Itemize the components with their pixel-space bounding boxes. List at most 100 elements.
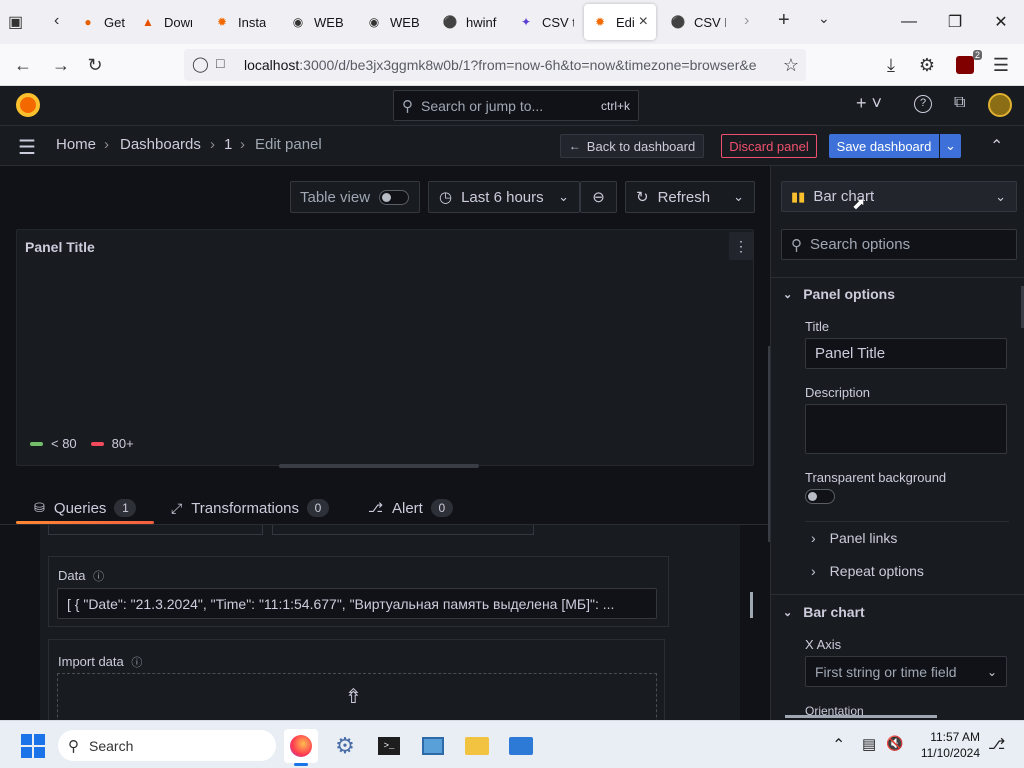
options-pane: ▮▮ Bar chart ⌄ ⬈ ⚲ Search options ⌄ Pane… (770, 166, 1024, 720)
grafana-logo-icon[interactable] (16, 93, 40, 117)
browser-tab-active[interactable]: ✹ Edi × (584, 4, 656, 40)
section-title: Repeat options (829, 563, 924, 579)
chevron-up-icon[interactable]: ⌃ (832, 735, 845, 755)
breadcrumb-dashboards[interactable]: Dashboards (120, 136, 201, 153)
monitor-app-taskbar-icon[interactable] (504, 729, 538, 763)
news-rss-icon[interactable]: ⧉ (954, 94, 965, 112)
reload-icon[interactable]: ↻ (80, 50, 110, 80)
page-icon[interactable]: □ (216, 55, 224, 71)
firefox-taskbar-icon[interactable] (284, 729, 318, 763)
github-icon: ⚫ (670, 15, 686, 29)
legend-item[interactable]: < 80 (30, 436, 77, 451)
browser-tab-7[interactable]: ✦ CSV t (510, 4, 574, 40)
chevron-down-icon[interactable]: ⌄ (818, 10, 830, 27)
file-explorer-taskbar-icon[interactable] (460, 729, 494, 763)
panel-options-section[interactable]: ⌄ Panel options (783, 286, 895, 302)
control-panel-taskbar-icon[interactable] (416, 729, 450, 763)
browser-tab-2[interactable]: ▲ Down (132, 4, 192, 40)
panel-menu-icon[interactable]: ⋮ (729, 232, 753, 260)
section-title: Panel links (829, 530, 898, 546)
downloads-icon[interactable]: ⤓ (876, 50, 906, 80)
tab-list-icon[interactable]: ▣ (8, 12, 30, 32)
ublock-icon[interactable]: 2 (950, 50, 982, 80)
hamburger-menu-icon[interactable]: ☰ (986, 50, 1016, 80)
back-to-dashboard-button[interactable]: ← Back to dashboard (560, 134, 704, 158)
grafana-icon: ✹ (594, 15, 606, 29)
minimize-icon[interactable]: — (886, 0, 932, 44)
search-input[interactable]: ⚲ Search or jump to... ctrl+k (393, 90, 639, 121)
data-label-text: Data (58, 568, 86, 583)
browser-tab-5[interactable]: ◉ WEB (358, 4, 420, 40)
network-icon[interactable]: ▤ (862, 735, 876, 753)
discard-panel-button[interactable]: Discard panel (721, 134, 817, 158)
table-view-toggle[interactable]: Table view (290, 181, 420, 213)
breadcrumb-dashboard-1[interactable]: 1 (224, 136, 232, 153)
database-icon: ⛁ (34, 500, 45, 515)
extensions-icon[interactable]: ⚙ (912, 50, 942, 80)
toggle-switch[interactable] (379, 190, 409, 205)
transparent-toggle[interactable] (805, 489, 835, 504)
panel-links-section[interactable]: › Panel links (811, 530, 897, 546)
url-bar[interactable]: ◯ □ localhost:3000/d/be3jx3ggmk8w0b/1?fr… (184, 49, 806, 81)
close-window-icon[interactable]: ✕ (978, 0, 1024, 44)
horizontal-scrollbar[interactable] (785, 715, 937, 718)
browser-tab-4[interactable]: ◉ WEB (282, 4, 344, 40)
url-host: localhost (244, 57, 300, 73)
back-arrow-icon[interactable]: ← (8, 50, 38, 80)
restore-icon[interactable]: ❐ (932, 0, 978, 44)
menu-icon[interactable]: ☰ (18, 135, 36, 160)
browser-tab-9[interactable]: ⚫ CSV E (662, 4, 726, 40)
zoom-out-button[interactable]: ⊖ (580, 181, 617, 213)
forward-arrow-icon[interactable]: → (46, 50, 76, 80)
close-tab-icon[interactable]: × (639, 13, 648, 31)
add-icon[interactable]: + ˅ (856, 93, 882, 114)
shield-icon[interactable]: ◯ (192, 55, 209, 73)
browser-tab-strip: ▣ ‹ ● Get st ▲ Down ✹ Instal ◉ WEB ◉ WEB ⚫ hwi… (0, 0, 1024, 44)
data-textarea[interactable]: [ { "Date": "21.3.2024", "Time": "11:1:5… (57, 588, 657, 619)
avatar[interactable] (988, 93, 1012, 117)
time-range-picker[interactable]: ◷ Last 6 hours ⌄ (428, 181, 580, 213)
browser-tab-3[interactable]: ✹ Instal (206, 4, 266, 40)
bell-icon: ⎇ (368, 500, 383, 515)
clock-time[interactable]: 11:57 AM (918, 730, 980, 744)
help-icon[interactable]: ? (914, 95, 932, 113)
arrow-left-icon: ← (568, 139, 581, 153)
new-tab-icon[interactable]: + (778, 9, 790, 32)
browser-tab-6[interactable]: ⚫ hwinf (434, 4, 498, 40)
visualization-picker[interactable]: ▮▮ Bar chart ⌄ (781, 181, 1017, 212)
volume-muted-icon[interactable]: 🔇 (886, 735, 903, 752)
search-options-input[interactable]: ⚲ Search options (781, 229, 1017, 260)
time-range-label: Last 6 hours (461, 188, 544, 206)
taskbar-search[interactable]: ⚲ Search (58, 730, 276, 761)
breadcrumb-home[interactable]: Home (56, 136, 96, 153)
settings-taskbar-icon[interactable]: ⚙ (328, 729, 362, 763)
save-options-chevron-icon[interactable]: ⌄ (940, 134, 961, 158)
legend-item[interactable]: 80+ (90, 436, 134, 451)
collapse-chevron-icon[interactable]: ⌃ (990, 136, 1003, 156)
import-card: Import data ⓘ ⇮ (48, 639, 665, 733)
save-dashboard-button[interactable]: Save dashboard (829, 134, 939, 158)
tabs-scroll-right-icon[interactable]: › (744, 12, 749, 30)
bookmark-star-icon[interactable]: ☆ (776, 50, 806, 80)
windows-start-icon[interactable] (16, 729, 50, 763)
info-icon[interactable]: ⓘ (131, 657, 142, 669)
title-input[interactable]: Panel Title (805, 338, 1007, 369)
refresh-button[interactable]: ↻ Refresh ⌄ (625, 181, 755, 213)
save-button-label: Save dashboard (836, 138, 932, 154)
query-scrollbar[interactable] (750, 592, 753, 618)
terminal-taskbar-icon[interactable]: >_ (372, 729, 406, 763)
bar-chart-section[interactable]: ⌄ Bar chart (783, 604, 865, 620)
tab-queries[interactable]: ⛁ Queries 1 (34, 492, 137, 524)
tab-alert[interactable]: ⎇ Alert 0 (368, 492, 453, 524)
tabs-scroll-left-icon[interactable]: ‹ (54, 12, 59, 30)
notification-bell-icon[interactable]: ⎇ (988, 735, 1005, 753)
browser-tab-1[interactable]: ● Get st (72, 4, 127, 40)
repeat-options-section[interactable]: › Repeat options (811, 563, 924, 579)
x-axis-select[interactable]: First string or time field ⌄ (805, 656, 1007, 687)
search-options-placeholder: Search options (810, 236, 911, 253)
clock-date[interactable]: 11/10/2024 (918, 746, 980, 760)
description-textarea[interactable] (805, 404, 1007, 454)
resize-handle[interactable] (279, 464, 479, 468)
info-icon[interactable]: ⓘ (93, 571, 104, 583)
tab-transformations[interactable]: ⤢ Transformations 0 (171, 492, 330, 524)
